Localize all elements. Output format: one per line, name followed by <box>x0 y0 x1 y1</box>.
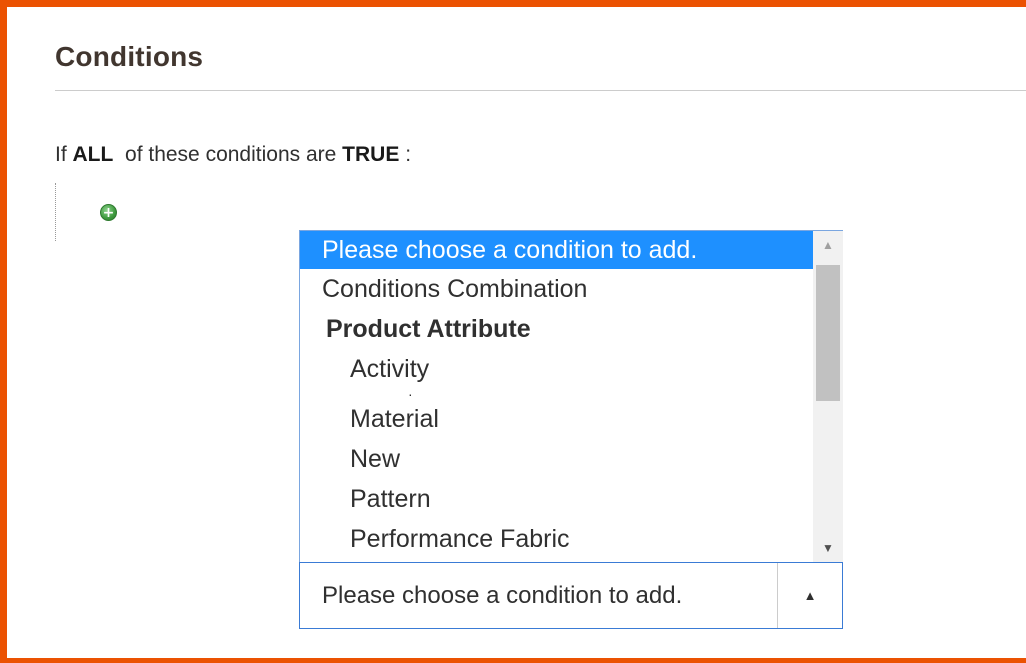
option-activity[interactable]: Activity <box>300 349 814 389</box>
tree-guide-line <box>55 183 56 241</box>
rule-statement: If ALL of these conditions are TRUE : <box>55 143 411 167</box>
section-title: Conditions <box>55 41 204 72</box>
option-partial: · <box>408 386 413 402</box>
option-material[interactable]: Material <box>300 399 814 439</box>
option-performance-fabric[interactable]: Performance Fabric <box>300 519 814 559</box>
conditions-panel: Conditions If ALL of these conditions ar… <box>0 0 1026 663</box>
condition-select[interactable]: Please choose a condition to add. ▲ <box>299 562 843 629</box>
aggregator-toggle[interactable]: ALL <box>73 143 114 166</box>
option-conditions-combination[interactable]: Conditions Combination <box>300 269 814 309</box>
add-condition-button[interactable]: + <box>100 204 117 221</box>
plus-circle-icon: + <box>102 204 115 221</box>
title-divider <box>55 90 1026 91</box>
option-please-choose[interactable]: Please choose a condition to add. <box>300 231 814 269</box>
value-toggle[interactable]: TRUE <box>342 143 399 166</box>
rule-suffix: : <box>405 143 412 166</box>
option-pattern[interactable]: Pattern <box>300 479 814 519</box>
scroll-up-arrow-icon[interactable]: ▲ <box>813 231 843 259</box>
option-new[interactable]: New <box>300 439 814 479</box>
select-toggle-button[interactable]: ▲ <box>777 563 842 628</box>
condition-options-list[interactable]: Please choose a condition to add. Condit… <box>299 230 843 562</box>
scrollbar-thumb[interactable] <box>816 265 840 401</box>
list-scrollbar[interactable]: ▲ ▼ <box>813 231 843 562</box>
scroll-down-arrow-icon[interactable]: ▼ <box>813 534 843 562</box>
select-current-value: Please choose a condition to add. <box>322 582 683 609</box>
optgroup-product-attribute: Product Attribute <box>326 315 531 343</box>
rule-prefix: If <box>55 143 67 166</box>
rule-middle: of these conditions are <box>125 143 337 166</box>
triangle-up-icon: ▲ <box>803 588 817 603</box>
